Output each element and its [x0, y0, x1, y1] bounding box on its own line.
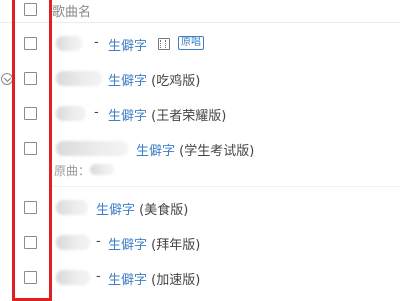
- separator: -: [96, 234, 101, 249]
- song-row[interactable]: 生僻字 (学生考试版) 原曲：: [0, 131, 400, 183]
- song-row[interactable]: - 生僻字 原唱: [0, 26, 400, 60]
- song-title-link[interactable]: 生僻字 (加速版): [108, 269, 200, 288]
- song-title-link[interactable]: 生僻字 (美食版): [96, 199, 188, 218]
- song-title-link[interactable]: 生僻字 (王者荣耀版): [108, 105, 226, 124]
- song-row[interactable]: - 生僻字 (拜年版): [0, 225, 400, 259]
- separator: -: [96, 269, 101, 284]
- blurred-artist: [56, 141, 128, 156]
- separator: -: [94, 105, 99, 120]
- song-title-link[interactable]: 生僻字 (吃鸡版): [108, 70, 200, 89]
- blurred-artist: [56, 235, 90, 250]
- song-title-link[interactable]: 生僻字 (学生考试版): [136, 140, 254, 159]
- blurred-artist: [56, 71, 102, 86]
- song-row[interactable]: 生僻字 (吃鸡版): [0, 61, 400, 95]
- blurred-artist: [56, 200, 88, 215]
- blurred-original: [90, 164, 114, 175]
- song-list-header: 歌曲名: [0, 0, 400, 23]
- blurred-artist: [56, 106, 86, 121]
- separator: -: [94, 35, 99, 50]
- original-badge: 原唱: [178, 36, 204, 50]
- mv-icon[interactable]: [158, 38, 170, 50]
- row-divider: [52, 186, 400, 187]
- blurred-artist: [56, 36, 82, 51]
- blurred-artist: [56, 270, 90, 285]
- song-title-link[interactable]: 生僻字 (拜年版): [108, 234, 200, 253]
- song-row[interactable]: - 生僻字 (加速版): [0, 260, 400, 294]
- song-row[interactable]: - 生僻字 (王者荣耀版): [0, 96, 400, 130]
- original-song-label: 原曲：: [54, 164, 91, 178]
- song-name-column-title: 歌曲名: [52, 5, 92, 20]
- song-title-link[interactable]: 生僻字: [108, 35, 147, 54]
- song-row[interactable]: 生僻字 (美食版): [0, 190, 400, 224]
- checkbox-column-highlight: [12, 0, 52, 301]
